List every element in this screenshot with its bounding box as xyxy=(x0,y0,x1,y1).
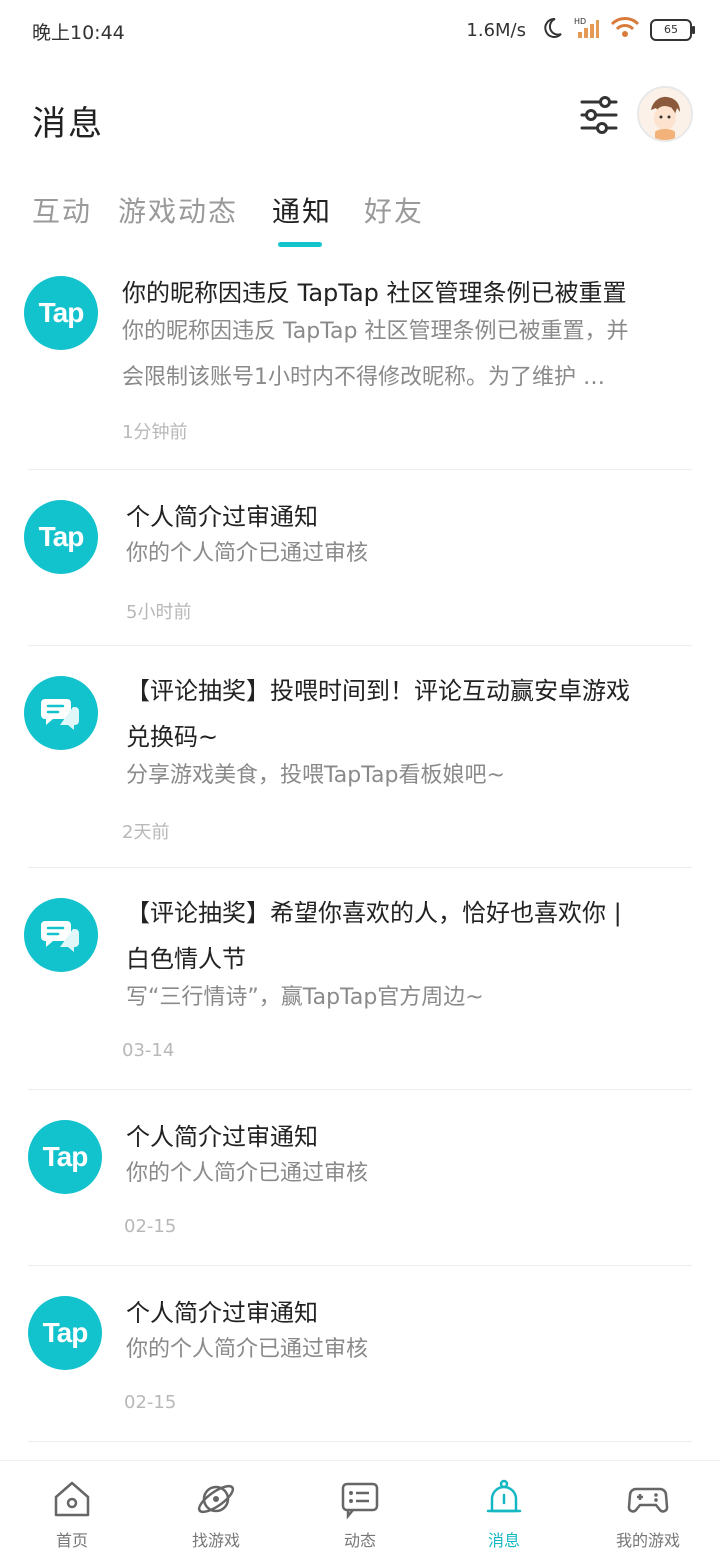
nav-find-games[interactable]: 找游戏 xyxy=(144,1461,288,1561)
taptap-logo-icon: Tap xyxy=(28,1296,102,1370)
divider xyxy=(28,1441,692,1442)
planet-icon xyxy=(197,1484,235,1514)
nav-feed[interactable]: 动态 xyxy=(288,1461,432,1561)
notification-desc-line1: 写“三行情诗”，赢TapTap官方周边~ xyxy=(126,985,484,1010)
network-speed: 1.6M/s xyxy=(466,19,526,41)
nav-my-games-label: 我的游戏 xyxy=(615,1531,680,1550)
notification-title-line2: 白色情人节 xyxy=(126,945,246,973)
user-avatar[interactable] xyxy=(637,86,693,142)
nav-home-label: 首页 xyxy=(55,1531,88,1550)
notification-desc-line1: 你的昵称因违反 TapTap 社区管理条例已被重置，并 xyxy=(122,319,629,344)
signal-icon: HD xyxy=(574,16,600,44)
battery-icon: 65 xyxy=(650,19,695,41)
nav-find-games-label: 找游戏 xyxy=(191,1531,240,1550)
taptap-logo-icon: Tap xyxy=(28,1120,102,1194)
tab-friends[interactable]: 好友 xyxy=(364,190,424,230)
nav-messages-label: 消息 xyxy=(487,1531,520,1550)
moon-icon xyxy=(540,16,564,44)
sliders-icon xyxy=(580,96,618,134)
notification-time: 5小时前 xyxy=(126,602,192,623)
notification-desc-line1: 你的个人简介已通过审核 xyxy=(126,1161,369,1186)
nav-home[interactable]: 首页 xyxy=(0,1461,144,1561)
notification-desc-line1: 你的个人简介已通过审核 xyxy=(126,541,369,566)
wifi-icon xyxy=(610,16,640,44)
message-tabs: 互动 游戏动态 通知 好友 xyxy=(0,184,720,254)
hd-label: HD xyxy=(574,17,586,26)
status-bar: 晚上10:44 1.6M/s HD 65 xyxy=(0,0,720,64)
feed-icon xyxy=(341,1482,379,1520)
notification-time: 2天前 xyxy=(122,822,170,843)
notification-title-line2: 兑换码~ xyxy=(126,723,219,751)
notification-desc-line1: 分享游戏美食，投喂TapTap看板娘吧~ xyxy=(126,763,505,788)
taptap-logo-icon: Tap xyxy=(24,276,98,350)
header: 消息 xyxy=(0,80,720,160)
notification-title: 你的昵称因违反 TapTap 社区管理条例已被重置 xyxy=(122,279,627,307)
notification-item[interactable]: Tap 个人简介过审通知 你的个人简介已通过审核 02-15 xyxy=(0,1266,720,1442)
notification-title-line1: 【评论抽奖】希望你喜欢的人，恰好也喜欢你 | xyxy=(126,899,622,927)
notification-item[interactable]: 【评论抽奖】投喂时间到！评论互动赢安卓游戏 兑换码~ 分享游戏美食，投喂TapT… xyxy=(0,646,720,868)
notification-time: 03-14 xyxy=(122,1040,175,1061)
taptap-logo-icon: Tap xyxy=(24,500,98,574)
notification-desc-line2: 会限制该账号1小时内不得修改昵称。为了维护 … xyxy=(122,365,605,390)
status-icons: 1.6M/s HD 65 xyxy=(466,16,695,44)
page-title: 消息 xyxy=(32,104,104,144)
chat-bubble-icon xyxy=(24,676,98,750)
notification-item[interactable]: 【评论抽奖】希望你喜欢的人，恰好也喜欢你 | 白色情人节 写“三行情诗”，赢Ta… xyxy=(0,868,720,1090)
notification-title-line1: 【评论抽奖】投喂时间到！评论互动赢安卓游戏 xyxy=(126,677,630,705)
active-tab-indicator xyxy=(278,242,322,247)
avatar-illustration xyxy=(639,88,691,140)
notification-time: 02-15 xyxy=(124,1392,177,1413)
notification-list: Tap 你的昵称因违反 TapTap 社区管理条例已被重置 你的昵称因违反 Ta… xyxy=(0,256,720,1442)
bottom-navigation: 首页 找游戏 动态 消息 我的游戏 xyxy=(0,1460,720,1561)
gamepad-icon xyxy=(627,1487,669,1513)
notification-time: 02-15 xyxy=(124,1216,177,1237)
status-time: 晚上10:44 xyxy=(32,22,125,44)
nav-messages[interactable]: 消息 xyxy=(432,1461,576,1561)
notification-time: 1分钟前 xyxy=(122,422,188,443)
notification-desc-line1: 你的个人简介已通过审核 xyxy=(126,1337,369,1362)
tab-game-updates[interactable]: 游戏动态 xyxy=(118,190,238,230)
nav-my-games[interactable]: 我的游戏 xyxy=(576,1461,720,1561)
nav-feed-label: 动态 xyxy=(343,1531,376,1550)
notification-item[interactable]: Tap 你的昵称因违反 TapTap 社区管理条例已被重置 你的昵称因违反 Ta… xyxy=(0,256,720,470)
home-icon xyxy=(54,1481,90,1517)
notification-item[interactable]: Tap 个人简介过审通知 你的个人简介已通过审核 02-15 xyxy=(0,1090,720,1266)
bell-icon xyxy=(486,1479,522,1513)
filter-settings-button[interactable] xyxy=(578,94,620,136)
tab-notifications[interactable]: 通知 xyxy=(272,190,332,230)
chat-bubble-icon xyxy=(24,898,98,972)
notification-item[interactable]: Tap 个人简介过审通知 你的个人简介已通过审核 5小时前 xyxy=(0,470,720,646)
tab-interaction[interactable]: 互动 xyxy=(32,190,92,230)
